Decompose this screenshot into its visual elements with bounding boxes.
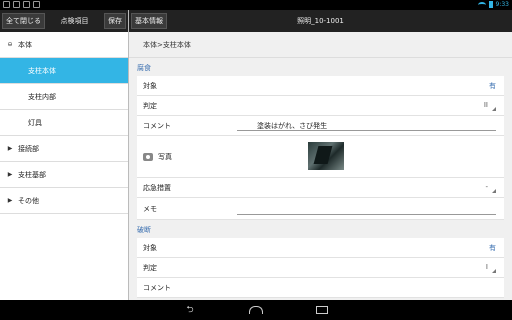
back-icon[interactable]: ⮌ xyxy=(182,305,198,315)
clock: 9:33 xyxy=(495,1,509,8)
sd-card-icon xyxy=(3,1,10,8)
basic-info-button[interactable]: 基本情報 xyxy=(131,13,167,29)
comment-row: コメント 塗装はがれ、さび発生 xyxy=(137,116,504,136)
comment-label: コメント xyxy=(143,121,171,130)
recent-apps-icon xyxy=(316,306,328,314)
home-icon xyxy=(249,306,263,314)
comment-field[interactable]: 塗装はがれ、さび発生 xyxy=(237,121,496,131)
target-value[interactable]: 有 xyxy=(489,243,496,253)
tree-item-pole-base[interactable]: ▶ 支柱基部 xyxy=(0,162,128,188)
tree-item-label: 支柱基部 xyxy=(18,170,46,179)
section-header-fracture: 破断 xyxy=(137,226,151,234)
target-row[interactable]: 対象 有 xyxy=(137,76,504,96)
memo-row: メモ xyxy=(137,198,504,220)
comment-row: コメント xyxy=(137,278,504,298)
briefcase-icon xyxy=(33,1,40,8)
target-value[interactable]: 有 xyxy=(489,81,496,91)
memo-label: メモ xyxy=(143,204,157,213)
judgement-label: 判定 xyxy=(143,263,157,272)
tree-item-label: 支柱本体 xyxy=(28,66,56,75)
inspection-detail-panel: 基本情報 照明_10-1001 本体>支柱本体 腐食 対象 有 判定 II コメ… xyxy=(129,10,512,300)
record-title: 照明_10-1001 xyxy=(297,17,344,25)
inspection-items-panel: 全て閉じる 点検項目 保存 ⊖ 本体 支柱本体 支柱内部 灯具 ▶ 接続部 ▶ … xyxy=(0,10,128,300)
status-bar: 9:33 xyxy=(0,0,512,10)
judgement-row[interactable]: 判定 II xyxy=(137,96,504,116)
tree-item-label: 灯具 xyxy=(28,118,42,127)
recent-apps-button[interactable] xyxy=(314,305,330,315)
tree-item-lamp[interactable]: 灯具 xyxy=(0,110,128,136)
tree-item-pole-interior[interactable]: 支柱内部 xyxy=(0,84,128,110)
close-all-button[interactable]: 全て閉じる xyxy=(2,13,45,29)
download-icon xyxy=(23,1,30,8)
comment-label: コメント xyxy=(143,283,171,292)
tree-item-other[interactable]: ▶ その他 xyxy=(0,188,128,214)
target-label: 対象 xyxy=(143,81,157,90)
tree-item-body[interactable]: ⊖ 本体 xyxy=(0,32,128,58)
expand-icon: ▶ xyxy=(7,145,13,152)
right-toolbar: 基本情報 照明_10-1001 xyxy=(129,10,512,32)
judgement-label: 判定 xyxy=(143,101,157,110)
left-toolbar: 全て閉じる 点検項目 保存 xyxy=(0,10,128,32)
target-label: 対象 xyxy=(143,243,157,252)
image-icon xyxy=(13,1,20,8)
judgement-row[interactable]: 判定 I xyxy=(137,258,504,278)
target-row[interactable]: 対象 有 xyxy=(137,238,504,258)
memo-field[interactable] xyxy=(237,207,496,215)
system-icons: 9:33 xyxy=(477,1,509,8)
tree-item-label: 支柱内部 xyxy=(28,92,56,101)
tree-item-pole-body[interactable]: 支柱本体 xyxy=(0,58,128,84)
collapse-icon: ⊖ xyxy=(7,41,13,48)
expand-icon: ▶ xyxy=(7,171,13,178)
photo-thumbnail[interactable] xyxy=(308,142,344,170)
notification-icons xyxy=(3,1,40,8)
tree-item-label: その他 xyxy=(18,196,39,205)
photo-row[interactable]: 写真 xyxy=(137,136,504,178)
save-button[interactable]: 保存 xyxy=(104,13,126,29)
photo-label: 写真 xyxy=(158,152,172,161)
wifi-icon xyxy=(477,1,486,8)
tree-item-joint[interactable]: ▶ 接続部 xyxy=(0,136,128,162)
home-button[interactable] xyxy=(248,305,264,315)
navigation-bar: ⮌ xyxy=(0,300,512,320)
tree-item-label: 本体 xyxy=(18,40,32,49)
camera-icon[interactable] xyxy=(143,152,153,161)
breadcrumb: 本体>支柱本体 xyxy=(129,32,512,58)
expand-icon: ▶ xyxy=(7,197,13,204)
judgement-dropdown[interactable] xyxy=(486,265,496,273)
emergency-row[interactable]: 応急措置 - xyxy=(137,178,504,198)
section-header-corrosion: 腐食 xyxy=(137,64,151,72)
emergency-dropdown[interactable] xyxy=(486,185,496,193)
judgement-dropdown[interactable] xyxy=(486,103,496,111)
inspection-items-title: 点検項目 xyxy=(60,17,89,25)
emergency-label: 応急措置 xyxy=(143,183,171,192)
tree-item-label: 接続部 xyxy=(18,144,39,153)
battery-icon xyxy=(488,1,493,8)
